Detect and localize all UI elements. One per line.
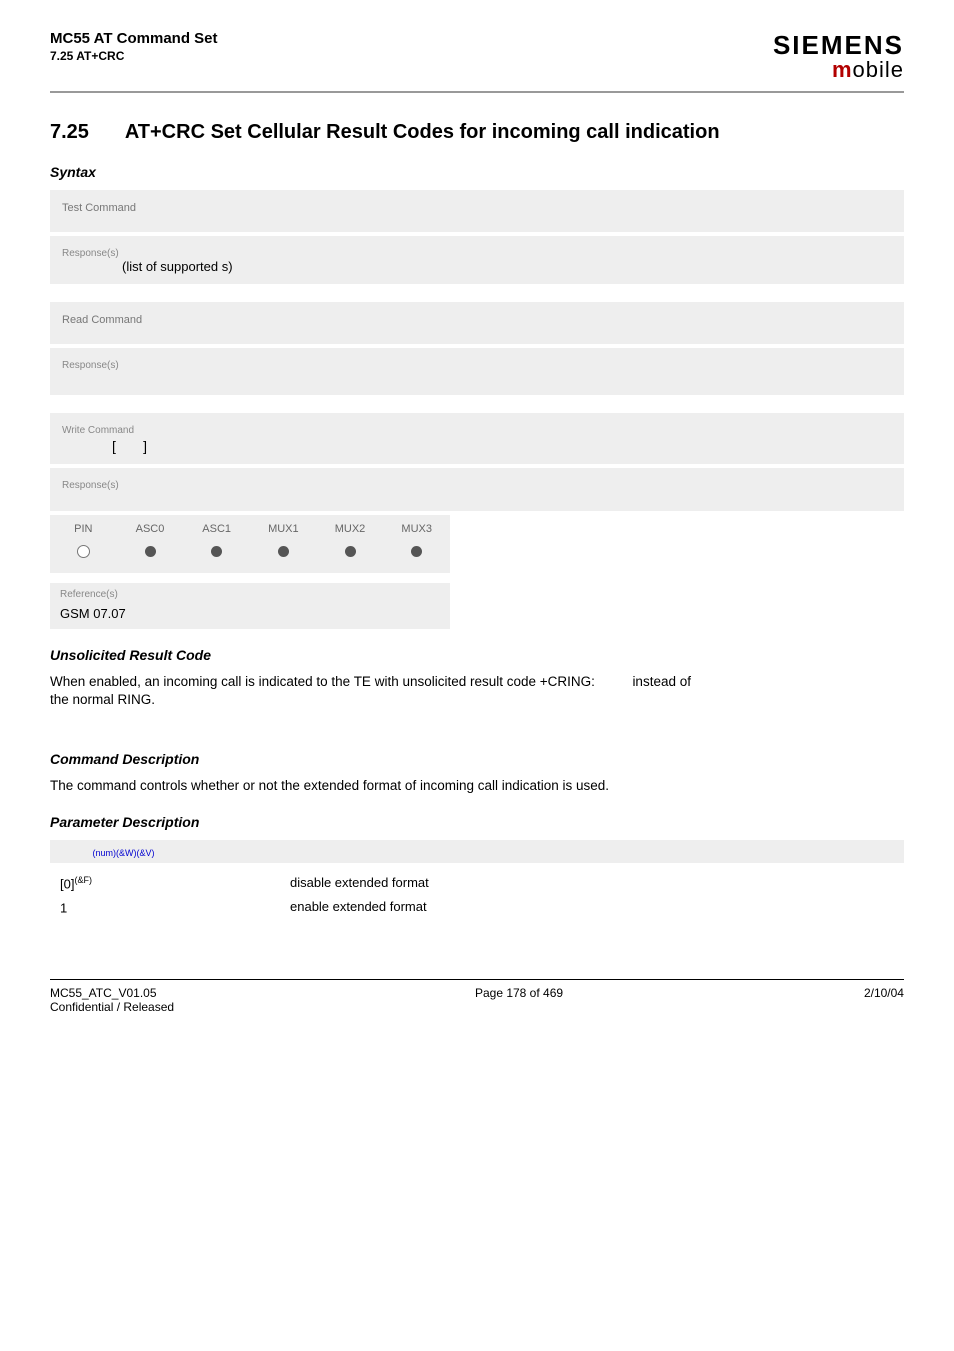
test-resp-prefix: (list of supported [122,259,222,274]
doc-subtitle: 7.25 AT+CRC [50,49,218,63]
brand-m-icon: m [832,57,853,82]
footer-left-1: MC55_ATC_V01.05 [50,986,157,1000]
test-response-content: (list of supported s) [62,259,892,274]
footer-left-2: Confidential / Released [50,1000,174,1014]
matrix-hdr-mux2: MUX2 [317,523,384,535]
reference-header: Reference(s) [50,583,450,604]
matrix-hdr-mux3: MUX3 [383,523,450,535]
urc-text: When enabled, an incoming call is indica… [50,673,904,709]
responses-label-read: Response(s) [62,360,119,371]
brand-mobile-rest: obile [853,57,904,82]
write-command-body: Write Command [ ] [50,413,904,464]
param-table: [0](&F) disable extended format 1 enable… [50,863,904,920]
cmd-desc-text: The command controls whether or not the … [50,777,904,795]
param-block: (num)(&W)(&V) [0](&F) disable extended f… [50,840,904,920]
param-key-1-prefix: 1 [60,900,67,915]
page-header: MC55 AT Command Set 7.25 AT+CRC SIEMENS … [50,30,904,93]
write-command-syntax: [ ] [62,436,892,454]
matrix-hdr-asc0: ASC0 [117,523,184,535]
param-row-0: [0](&F) disable extended format [50,871,904,895]
read-response-body: Response(s) [50,348,904,395]
cmd-desc-heading: Command Description [50,751,904,767]
circle-filled-icon [145,546,156,557]
matrix-hdr-asc1: ASC1 [183,523,250,535]
reference-body: GSM 07.07 [50,604,450,629]
circle-open-icon [77,545,90,558]
test-command-header: Test Command [50,190,904,232]
param-sup: (num)(&W)(&V) [93,848,155,858]
section-number: 7.25 [50,121,120,144]
doc-title: MC55 AT Command Set [50,30,218,47]
read-command-header: Read Command [50,302,904,344]
param-key-0-prefix: [0] [60,876,74,891]
reference-box: Reference(s) GSM 07.07 [50,583,450,629]
section-text: AT+CRC Set Cellular Result Codes for inc… [125,121,720,143]
footer-left: MC55_ATC_V01.05 Confidential / Released [50,986,174,1014]
matrix-val-asc0 [117,546,184,560]
circle-filled-icon [411,546,422,557]
write-rbracket: ] [143,438,147,454]
test-response-body: Response(s) (list of supported s) [50,236,904,284]
section-title: 7.25 AT+CRC Set Cellular Result Codes fo… [50,121,904,144]
test-response-box: Response(s) (list of supported s) [50,236,904,284]
responses-label: Response(s) [62,248,119,259]
param-val-0: disable extended format [290,875,894,891]
matrix-value-row [50,539,450,565]
param-header: (num)(&W)(&V) [50,840,904,863]
matrix-header-row: PIN ASC0 ASC1 MUX1 MUX2 MUX3 [50,519,450,539]
param-key-0: [0](&F) [60,875,290,891]
write-response-body: Response(s) [50,468,904,511]
matrix-val-asc1 [183,546,250,560]
read-command-box: Read Command [50,302,904,344]
param-name-link [60,844,93,859]
matrix-val-pin [50,545,117,561]
param-row-1: 1 enable extended format [50,895,904,919]
read-response-box: Response(s) [50,348,904,395]
header-left: MC55 AT Command Set 7.25 AT+CRC [50,30,218,63]
urc-text-3: the normal RING. [50,692,155,707]
matrix-hdr-mux1: MUX1 [250,523,317,535]
param-desc-heading: Parameter Description [50,814,904,830]
brand-block: SIEMENS mobile [773,30,904,83]
page-footer: MC55_ATC_V01.05 Confidential / Released … [50,979,904,1014]
matrix-val-mux1 [250,546,317,560]
write-command-header: Write Command [62,425,134,436]
footer-center: Page 178 of 469 [475,986,563,1014]
circle-filled-icon [278,546,289,557]
test-resp-suffix: s) [222,259,233,274]
availability-matrix: PIN ASC0 ASC1 MUX1 MUX2 MUX3 [50,515,450,573]
write-command-box: Write Command [ ] [50,413,904,464]
write-lbracket: [ [112,438,116,454]
urc-heading: Unsolicited Result Code [50,647,904,663]
circle-filled-icon [345,546,356,557]
test-command-box: Test Command [50,190,904,232]
urc-text-1: When enabled, an incoming call is indica… [50,674,595,689]
param-val-1: enable extended format [290,899,894,915]
matrix-val-mux3 [383,546,450,560]
circle-filled-icon [211,546,222,557]
syntax-label: Syntax [50,164,904,180]
responses-label-write: Response(s) [62,480,119,491]
param-key-1: 1 [60,899,290,915]
param-key-0-sup: (&F) [74,875,92,885]
footer-right: 2/10/04 [864,986,904,1014]
matrix-val-mux2 [317,546,384,560]
matrix-hdr-pin: PIN [50,523,117,535]
write-response-box: Response(s) [50,468,904,511]
urc-text-2: instead of [632,674,691,689]
